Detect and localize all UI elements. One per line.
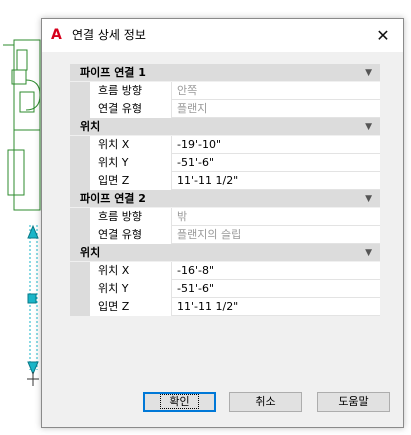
property-value: -51'-6" — [177, 282, 215, 295]
property-label: 흐름 방향 — [90, 208, 172, 226]
autocad-logo-icon: A — [51, 27, 62, 43]
property-label: 연결 유형 — [90, 226, 172, 244]
help-button[interactable]: 도움말 — [317, 392, 390, 412]
collapse-arrow-icon[interactable]: ▼ — [365, 118, 372, 136]
ok-button-label: 확인 — [160, 394, 199, 409]
property-label: 입면 Z — [90, 298, 172, 316]
section-title: 위치 — [80, 120, 101, 133]
property-label: 흐름 방향 — [90, 82, 172, 100]
ok-button[interactable]: 확인 — [143, 392, 216, 412]
connection-details-dialog: A 연결 상세 정보 ✕ 파이프 연결 1 ▼ 흐름 방향 안쪽 연결 유형 플… — [41, 18, 404, 428]
property-value: 11'-11 1/2" — [177, 174, 239, 187]
property-value: -51'-6" — [177, 156, 215, 169]
property-row-position-y: 위치 Y -51'-6" — [70, 154, 380, 172]
property-label: 위치 Y — [90, 280, 172, 298]
property-row-connection-type: 연결 유형 플랜지 — [70, 100, 380, 118]
collapse-arrow-icon[interactable]: ▼ — [365, 244, 372, 262]
section-title: 파이프 연결 2 — [80, 192, 146, 205]
title-bar: A 연결 상세 정보 ✕ — [42, 19, 403, 52]
property-row-position-y: 위치 Y -51'-6" — [70, 280, 380, 298]
section-header-pipe-connection-1[interactable]: 파이프 연결 1 ▼ — [70, 64, 380, 82]
property-label: 위치 X — [90, 136, 172, 154]
property-row-elevation-z: 입면 Z 11'-11 1/2" — [70, 298, 380, 316]
collapse-arrow-icon[interactable]: ▼ — [365, 190, 372, 208]
cancel-button[interactable]: 취소 — [229, 392, 302, 412]
window-title: 연결 상세 정보 — [72, 28, 146, 42]
property-grid: 파이프 연결 1 ▼ 흐름 방향 안쪽 연결 유형 플랜지 위치 ▼ 위치 X … — [70, 64, 380, 316]
collapse-arrow-icon[interactable]: ▼ — [365, 64, 372, 82]
property-row-position-x: 위치 X -16'-8" — [70, 262, 380, 280]
property-row-flow-direction: 흐름 방향 안쪽 — [70, 82, 380, 100]
property-value: 밖 — [177, 210, 188, 223]
property-value: -19'-10" — [177, 138, 222, 151]
property-row-connection-type: 연결 유형 플랜지의 슬립 — [70, 226, 380, 244]
property-label: 입면 Z — [90, 172, 172, 190]
property-label: 위치 X — [90, 262, 172, 280]
property-value: -16'-8" — [177, 264, 215, 277]
property-row-elevation-z: 입면 Z 11'-11 1/2" — [70, 172, 380, 190]
section-header-position-1[interactable]: 위치 ▼ — [70, 118, 380, 136]
close-button[interactable]: ✕ — [363, 19, 403, 52]
section-header-pipe-connection-2[interactable]: 파이프 연결 2 ▼ — [70, 190, 380, 208]
property-label: 연결 유형 — [90, 100, 172, 118]
property-row-flow-direction: 흐름 방향 밖 — [70, 208, 380, 226]
property-value: 플랜지 — [177, 102, 208, 115]
property-label: 위치 Y — [90, 154, 172, 172]
property-row-position-x: 위치 X -19'-10" — [70, 136, 380, 154]
property-value: 플랜지의 슬립 — [177, 228, 242, 241]
property-value: 안쪽 — [177, 84, 198, 97]
section-header-position-2[interactable]: 위치 ▼ — [70, 244, 380, 262]
section-title: 위치 — [80, 246, 101, 259]
cad-drawing-background — [3, 39, 41, 386]
property-value: 11'-11 1/2" — [177, 300, 239, 313]
section-title: 파이프 연결 1 — [80, 66, 146, 79]
